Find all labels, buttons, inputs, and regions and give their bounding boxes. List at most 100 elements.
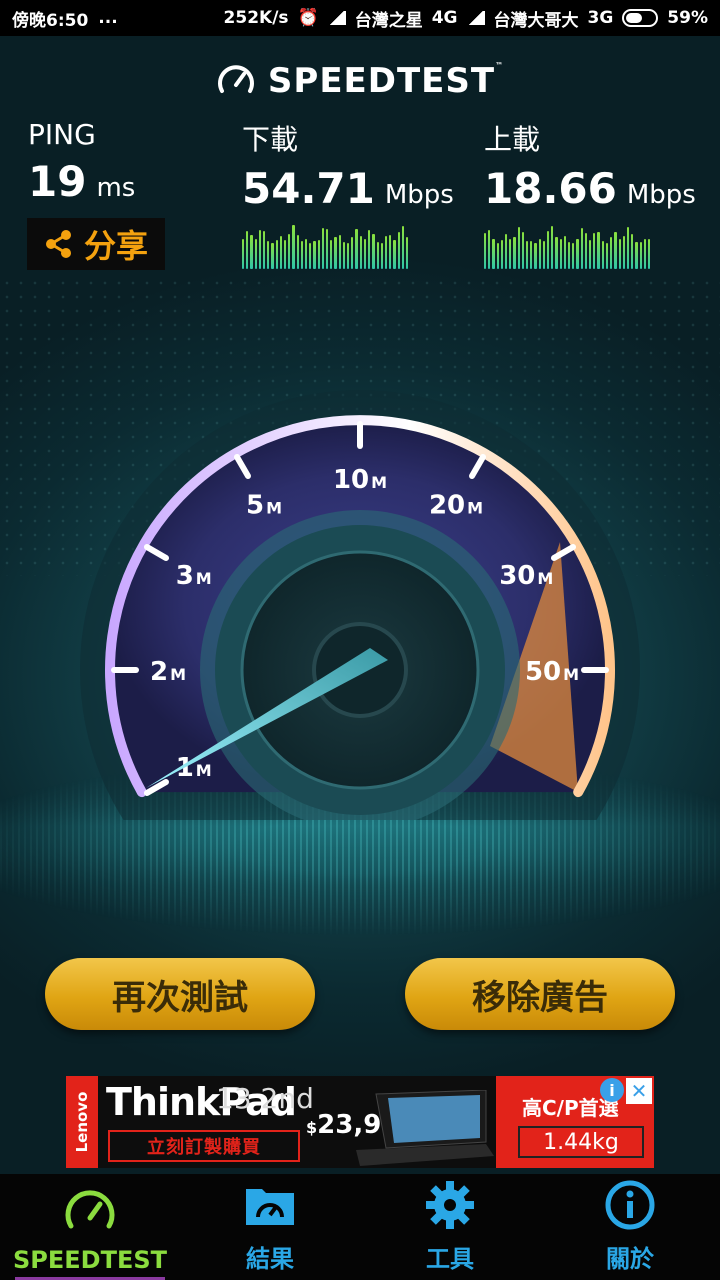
sparkline-bar	[639, 242, 642, 269]
download-value: 54.71 Mbps	[242, 164, 454, 213]
sparkline-bar	[647, 238, 651, 269]
network-type-2: 3G	[587, 8, 614, 28]
sparkline-bar	[321, 228, 325, 269]
remove-ads-button[interactable]: 移除廣告	[405, 958, 675, 1030]
ping-stat: PING 19 ms	[28, 118, 135, 206]
signal-icon	[327, 11, 346, 25]
retest-button[interactable]: 再次測試	[45, 958, 315, 1030]
sparkline-bar	[250, 235, 253, 269]
status-time: 傍晚6:50	[12, 10, 89, 31]
upload-sparkline	[484, 223, 651, 269]
sparkline-bar	[484, 233, 487, 269]
sparkline-bar	[292, 225, 295, 269]
sparkline-bar	[296, 234, 299, 269]
app-header: SPEEDTEST™	[0, 56, 720, 106]
upload-stat: 上載 18.66 Mbps	[484, 118, 696, 269]
sparkline-bar	[355, 228, 358, 269]
sparkline-bar	[326, 228, 329, 269]
sparkline-bar	[405, 237, 409, 269]
sparkline-bar	[534, 242, 537, 269]
sparkline-bar	[576, 238, 579, 269]
sparkline-bar	[305, 239, 308, 269]
ad-close-icon[interactable]: ✕	[626, 1078, 652, 1104]
sparkline-bar	[551, 226, 554, 269]
sparkline-bar	[572, 242, 575, 269]
sparkline-bar	[517, 226, 520, 269]
sparkline-bar	[563, 235, 567, 269]
sparkline-bar	[246, 230, 249, 269]
sparkline-bar	[380, 243, 383, 269]
sparkline-bar	[376, 242, 379, 269]
nav-label-about: 關於	[606, 1245, 654, 1273]
status-bar: 傍晚6:50 ... 252K/s ⏰ 台灣之星 4G 台灣大哥大 3G 59%	[0, 0, 720, 36]
sparkline-bar	[530, 240, 533, 269]
sparkline-bar	[601, 241, 604, 269]
ad-brand-logo: Lenovo	[66, 1076, 98, 1168]
sparkline-bar	[347, 242, 350, 269]
ad-info-icon[interactable]: i	[600, 1078, 624, 1102]
carrier-2: 台灣大哥大	[493, 10, 579, 31]
nav-label-tools: 工具	[426, 1245, 474, 1273]
sparkline-bar	[384, 236, 388, 269]
sparkline-bar	[372, 233, 375, 269]
sparkline-bar	[513, 237, 516, 269]
sparkline-bar	[368, 229, 371, 269]
sparkline-bar	[254, 239, 257, 269]
sparkline-bar	[242, 239, 245, 269]
battery-percent: 59%	[667, 8, 708, 28]
sparkline-bar	[597, 232, 600, 269]
speed-gauge: 01M2M3M5M10M20M30M50M	[80, 390, 640, 820]
nav-label-results: 結果	[246, 1245, 294, 1273]
sparkline-bar	[568, 241, 571, 269]
sparkline-bar	[334, 236, 337, 269]
nav-tools[interactable]: 工具	[360, 1174, 540, 1280]
share-button[interactable]: 分享	[27, 218, 165, 270]
nav-about[interactable]: 關於	[540, 1174, 720, 1280]
sparkline-bar	[593, 232, 596, 269]
sparkline-bar	[393, 240, 396, 269]
sparkline-bar	[618, 239, 621, 269]
sparkline-bar	[547, 231, 550, 269]
ping-value: 19 ms	[28, 157, 136, 206]
sparkline-bar	[288, 234, 291, 269]
laptop-image	[356, 1090, 494, 1166]
sparkline-bar	[521, 231, 525, 269]
sparkline-bar	[389, 234, 392, 269]
info-icon	[605, 1180, 655, 1230]
nav-label-speedtest: SPEEDTEST	[12, 1246, 167, 1274]
ad-cta-button[interactable]: 立刻訂製購買	[108, 1130, 300, 1162]
folder-gauge-icon	[246, 1189, 294, 1225]
sparkline-bar	[313, 241, 316, 269]
sparkline-bar	[643, 239, 646, 269]
ad-model: 13 2nd	[216, 1082, 314, 1115]
sparkline-bar	[500, 240, 504, 269]
sparkline-bar	[397, 232, 400, 269]
sparkline-bar	[338, 234, 341, 269]
download-label: 下載	[242, 123, 299, 156]
sparkline-bar	[351, 236, 354, 269]
share-icon	[45, 230, 71, 258]
sparkline-bar	[267, 240, 270, 269]
battery-icon	[622, 9, 659, 27]
nav-results[interactable]: 結果	[180, 1174, 360, 1280]
sparkline-bar	[542, 240, 546, 269]
nav-speedtest[interactable]: SPEEDTEST	[0, 1174, 180, 1280]
sparkline-bar	[271, 242, 274, 269]
network-type-1: 4G	[431, 8, 458, 28]
gear-icon	[426, 1181, 474, 1229]
sparkline-bar	[330, 239, 333, 269]
share-label: 分享	[83, 227, 148, 265]
alarm-icon: ⏰	[297, 8, 319, 28]
sparkline-bar	[505, 234, 508, 269]
bottom-nav: SPEEDTEST 結果 工具 關於	[0, 1174, 720, 1280]
ad-banner[interactable]: Lenovo ThinkPad 13 2nd 立刻訂製購買 $23,900 高C…	[66, 1076, 654, 1168]
sparkline-bar	[300, 241, 304, 269]
sparkline-bar	[509, 238, 512, 269]
upload-value: 18.66 Mbps	[484, 164, 696, 213]
app-title: SPEEDTEST™	[267, 61, 505, 101]
sparkline-bar	[284, 240, 287, 269]
ad-weight: 1.44kg	[518, 1126, 644, 1158]
sparkline-bar	[555, 237, 558, 269]
sparkline-bar	[622, 235, 625, 269]
sparkline-bar	[635, 241, 638, 269]
